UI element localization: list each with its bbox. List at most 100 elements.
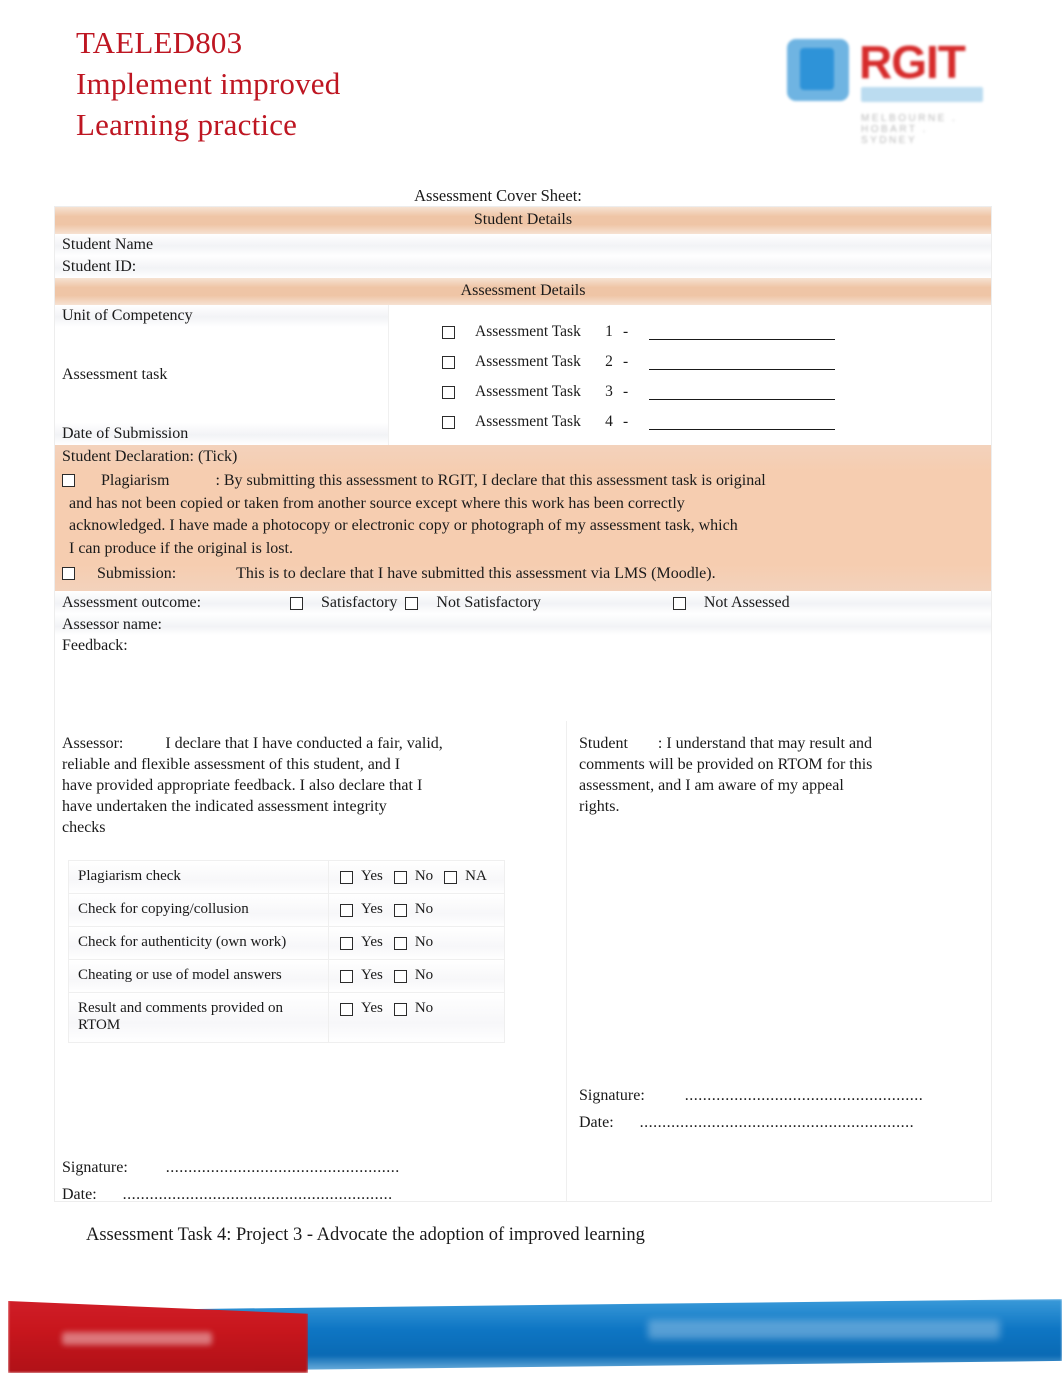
logo-square-icon <box>787 39 849 101</box>
checkbox-icon[interactable] <box>340 871 353 885</box>
logo-subbar <box>861 87 983 102</box>
check-label: Cheating or use of model answers <box>68 959 329 993</box>
footer-blue-text <box>648 1320 1000 1339</box>
task-fill-in-line[interactable] <box>649 384 835 400</box>
assessment-task-4-heading: Assessment Task 4: Project 3 - Advocate … <box>86 1225 645 1245</box>
assessment-task-checklist: Assessment Task 1 - Assessment Task 2 - <box>388 305 991 445</box>
student-date-dots[interactable]: ........................................… <box>640 1114 915 1131</box>
assessment-task-row: Assessment Task 1 - <box>389 317 991 347</box>
footer-red-text <box>62 1332 212 1345</box>
assessor-line-3: have provided appropriate feedback. I al… <box>62 777 423 794</box>
assessment-task-row: Assessment Task 4 - <box>389 407 991 437</box>
assessor-date-line: Date:...................................… <box>62 1186 393 1204</box>
checkbox-icon[interactable] <box>62 566 75 580</box>
table-row: Check for authenticity (own work) Yes No <box>68 926 505 960</box>
submission-text: This is to declare that I have submitted… <box>236 565 716 582</box>
integrity-checks-table: Plagiarism check Yes No NA Check for copyi… <box>68 860 505 1043</box>
submission-label: Submission: <box>97 565 177 582</box>
task-label: Assessment Task <box>475 413 581 430</box>
student-id-label: Student ID: <box>62 258 137 275</box>
assessment-task-row: Assessment Task 2 - <box>389 347 991 377</box>
assessor-name-label: Assessor name: <box>55 614 991 635</box>
check-options: Yes No <box>328 992 505 1043</box>
option-no: No <box>414 967 434 983</box>
assessor-line-4: have undertaken the indicated assessment… <box>62 798 387 815</box>
checkbox-icon[interactable] <box>442 385 455 399</box>
option-yes: Yes <box>361 967 383 983</box>
student-signature-line: Signature:..............................… <box>579 1087 923 1105</box>
task-fill-in-line[interactable] <box>649 324 835 340</box>
option-yes: Yes <box>361 868 383 884</box>
task-label: Assessment Task <box>475 353 581 370</box>
option-no: No <box>414 934 434 950</box>
checkbox-icon[interactable] <box>672 596 686 610</box>
assessment-cover-sheet-title: Assessment Cover Sheet: <box>414 186 582 205</box>
checkbox-icon[interactable] <box>340 1003 353 1017</box>
check-label: Plagiarism check <box>68 860 329 894</box>
checkbox-icon[interactable] <box>393 937 407 951</box>
check-label: Check for copying/collusion <box>68 893 329 927</box>
assessor-date-label: Date: <box>62 1186 97 1203</box>
student-declaration-heading: Student Declaration: (Tick) <box>62 448 238 465</box>
student-signature-dots[interactable]: ........................................… <box>685 1087 924 1104</box>
assessment-outcome-row: Assessment outcome: Satisfactory Not Sat… <box>55 591 991 614</box>
option-no: No <box>414 868 434 884</box>
plagiarism-line-4: I can produce if the original is lost. <box>69 539 293 557</box>
assessment-cover-sheet-form: Student Details Student Name Student ID:… <box>55 207 991 1204</box>
checkbox-icon[interactable] <box>62 473 75 487</box>
document-page: TAELED803 Implement improved Learning pr… <box>0 0 1062 1377</box>
checkbox-icon[interactable] <box>393 1003 407 1017</box>
checkbox-icon[interactable] <box>393 970 407 984</box>
assessment-task-row: Assessment Task 3 - <box>389 377 991 407</box>
task-label: Assessment Task <box>475 383 581 400</box>
checkbox-icon[interactable] <box>442 415 455 429</box>
outcome-option-not-assessed: Not Assessed <box>703 594 790 611</box>
assessor-signature-label: Signature: <box>62 1159 128 1176</box>
unit-of-competency-label: Unit of Competency <box>62 307 193 324</box>
option-no: No <box>414 901 434 917</box>
student-name-row: Student Name <box>55 234 991 256</box>
task-fill-in-line[interactable] <box>649 414 835 430</box>
checkbox-icon[interactable] <box>290 596 303 610</box>
student-signature-label: Signature: <box>579 1087 645 1104</box>
check-options: Yes No <box>328 959 505 993</box>
checkbox-icon[interactable] <box>442 355 455 369</box>
declarations-two-column: Assessor: I declare that I have conducted… <box>55 721 991 1204</box>
checkbox-icon[interactable] <box>405 596 419 610</box>
title-line-1: TAELED803 <box>76 25 243 60</box>
plagiarism-declaration: Plagiarism: By submitting this assessmen… <box>55 470 991 560</box>
assessor-line-5: checks <box>62 819 106 836</box>
task-number: 2 <box>605 353 613 370</box>
student-line-4: rights. <box>579 798 620 815</box>
logo-tagline: MELBOURNE . HOBART . SYDNEY <box>861 113 958 146</box>
task-label: Assessment Task <box>475 323 581 340</box>
table-row: Result and comments provided on RTOM Yes… <box>68 992 505 1043</box>
student-role-label: Student <box>579 735 628 752</box>
task-fill-in-line[interactable] <box>649 354 835 370</box>
student-details-band: Student Details <box>55 207 991 234</box>
checkbox-icon[interactable] <box>393 904 407 918</box>
task-dash: - <box>623 323 629 340</box>
student-declaration-section: Student Declaration: (Tick) Plagiarism: … <box>55 445 991 591</box>
assessor-role-label: Assessor: <box>62 735 124 752</box>
assessor-date-dots[interactable]: ........................................… <box>123 1186 393 1203</box>
assessor-signature-dots[interactable]: ........................................… <box>166 1159 400 1176</box>
checkbox-icon[interactable] <box>444 871 458 885</box>
feedback-input-area[interactable] <box>55 655 991 721</box>
checkbox-icon[interactable] <box>393 871 407 885</box>
student-name-label: Student Name <box>62 236 154 253</box>
title-line-3: Learning practice <box>76 107 298 142</box>
checkbox-icon[interactable] <box>442 325 455 339</box>
outcome-option-not-satisfactory: Not Satisfactory <box>436 594 541 611</box>
table-row: Check for copying/collusion Yes No <box>68 893 505 927</box>
rgit-logo: RGIT MELBOURNE . HOBART . SYDNEY <box>783 33 985 146</box>
checkbox-icon[interactable] <box>340 970 353 984</box>
student-id-row: Student ID: <box>55 256 991 278</box>
assessor-signature-line: Signature:..............................… <box>62 1159 400 1177</box>
option-yes: Yes <box>361 1000 383 1016</box>
check-options: Yes No NA <box>328 860 505 894</box>
checkbox-icon[interactable] <box>340 937 353 951</box>
task-dash: - <box>623 353 629 370</box>
checkbox-icon[interactable] <box>340 904 353 918</box>
logo-wordmark: RGIT <box>859 36 966 88</box>
